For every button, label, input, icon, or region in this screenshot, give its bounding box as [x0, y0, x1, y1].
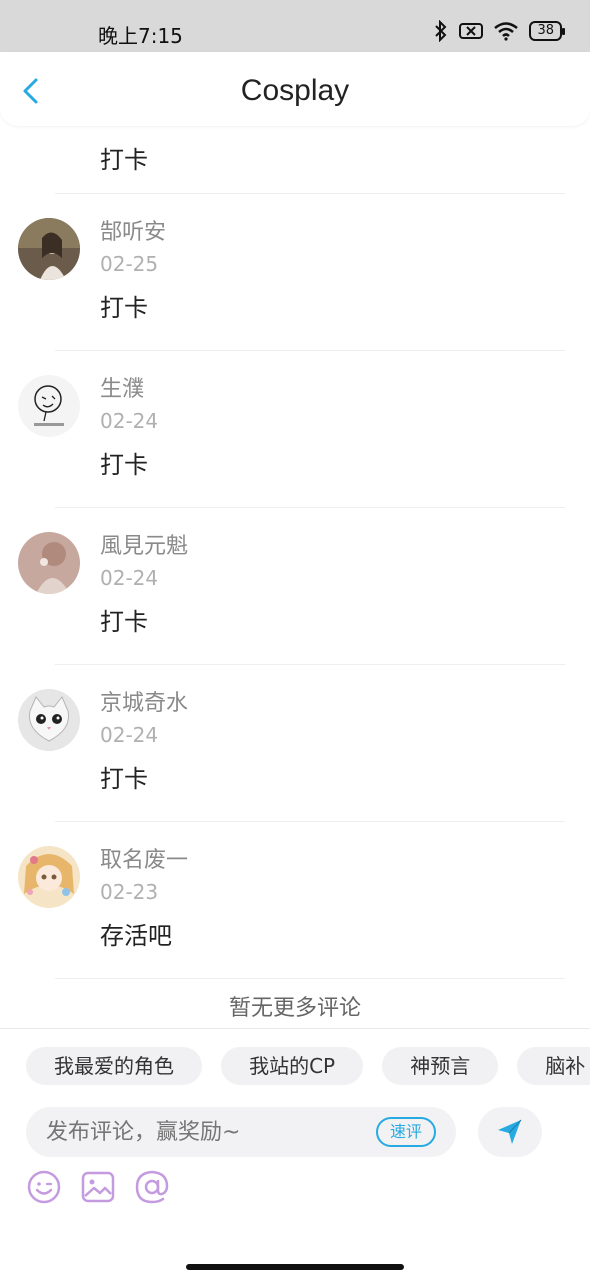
comment-content: 存活吧 — [100, 922, 172, 950]
avatar[interactable] — [18, 218, 80, 280]
comment-date: 02-24 — [100, 409, 159, 433]
battery-indicator: 38 — [529, 21, 565, 41]
topic-chips[interactable]: 我最爱的角色 我站的CP 神预言 脑补 — [26, 1047, 590, 1087]
comment-content: 打卡 — [100, 294, 148, 322]
comment-author[interactable]: 郜听安 — [100, 214, 166, 246]
comment-author[interactable]: 京城奇水 — [100, 685, 188, 717]
chip-imagination[interactable]: 脑补 — [517, 1047, 590, 1085]
comment-input[interactable] — [46, 1115, 366, 1149]
comment-item[interactable]: 京城奇水 02-24 打卡 — [0, 679, 590, 836]
divider — [55, 193, 565, 194]
comment-item[interactable]: 風見元魁 02-24 打卡 — [0, 522, 590, 679]
chip-favorite-character[interactable]: 我最爱的角色 — [26, 1047, 202, 1085]
divider — [55, 978, 565, 979]
status-time: 晚上7:15 — [98, 24, 183, 48]
comment-content: 打卡 — [100, 608, 148, 636]
send-button[interactable] — [478, 1107, 542, 1157]
image-icon[interactable] — [80, 1169, 116, 1205]
partial-comment-content: 打卡 — [100, 146, 148, 174]
composer-tools — [26, 1169, 170, 1205]
comment-date: 02-23 — [100, 880, 159, 904]
avatar[interactable] — [18, 375, 80, 437]
status-icons: 38 — [433, 20, 565, 42]
bluetooth-icon — [435, 20, 447, 42]
divider — [55, 821, 565, 822]
emoji-icon[interactable] — [26, 1169, 62, 1205]
avatar[interactable] — [18, 689, 80, 751]
comment-date: 02-24 — [100, 723, 159, 747]
signal-off-icon — [459, 23, 484, 39]
chip-prophecy[interactable]: 神预言 — [382, 1047, 499, 1085]
no-more-comments: 暂无更多评论 — [228, 996, 361, 1021]
comment-content: 打卡 — [100, 765, 148, 793]
avatar[interactable] — [18, 846, 80, 908]
comment-item[interactable]: 取名废一 02-23 存活吧 — [0, 836, 590, 993]
comment-author[interactable]: 取名废一 — [100, 842, 188, 874]
page-title: Cosplay — [240, 74, 350, 107]
divider — [55, 350, 565, 351]
send-icon — [498, 1119, 522, 1144]
wifi-icon — [494, 22, 519, 41]
comment-composer: 我最爱的角色 我站的CP 神预言 脑补 速评 — [0, 1028, 590, 1256]
comment-content: 打卡 — [100, 451, 148, 479]
comment-date: 02-24 — [100, 566, 159, 590]
header: Cosplay — [0, 52, 590, 126]
divider — [55, 664, 565, 665]
home-indicator[interactable] — [186, 1264, 404, 1270]
comment-author[interactable]: 風見元魁 — [100, 528, 188, 560]
comment-author[interactable]: 生濮 — [100, 371, 144, 403]
comment-input-wrap[interactable]: 速评 — [26, 1107, 456, 1157]
avatar[interactable] — [18, 532, 80, 594]
comment-item[interactable]: 生濮 02-24 打卡 — [0, 365, 590, 522]
comment-item[interactable]: 郜听安 02-25 打卡 — [0, 208, 590, 365]
status-bar: 晚上7:15 38 — [0, 0, 590, 52]
comment-date: 02-25 — [100, 252, 159, 276]
comment-list[interactable]: 打卡 郜听安 02-25 打卡 生濮 02-24 打卡 風見元魁 02-24 打… — [0, 126, 590, 1026]
quick-comment-button[interactable]: 速评 — [375, 1117, 436, 1147]
chip-my-cp[interactable]: 我站的CP — [221, 1047, 364, 1085]
mention-icon[interactable] — [134, 1169, 170, 1205]
divider — [55, 507, 565, 508]
